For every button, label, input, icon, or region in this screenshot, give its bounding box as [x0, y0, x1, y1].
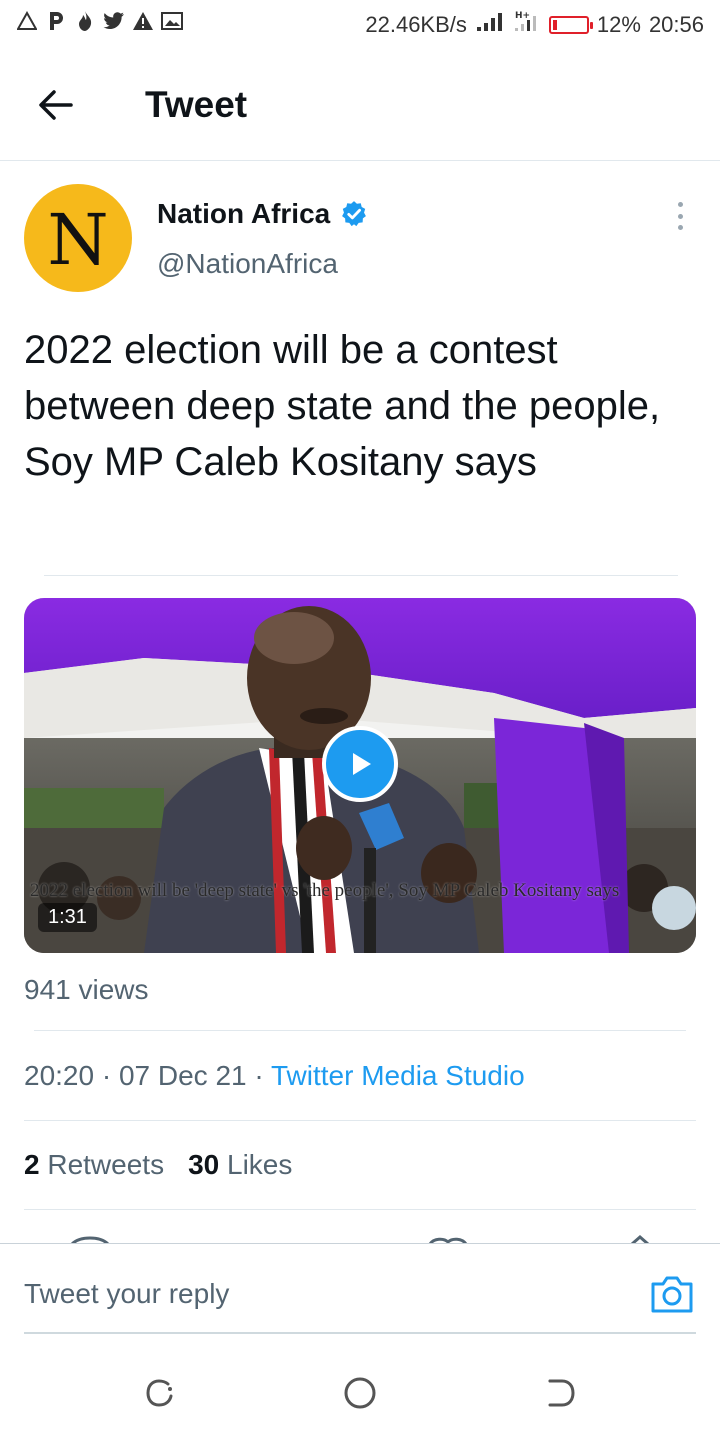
back-button[interactable] [30, 80, 80, 130]
image-icon [161, 10, 183, 32]
tweet-text: 2022 election will be a contest between … [24, 328, 661, 484]
home-button[interactable] [342, 1375, 378, 1411]
system-status: 22.46KB/s H+ 12% 20:56 [365, 10, 704, 40]
network-speed: 22.46KB/s [365, 12, 467, 37]
top-app-bar: Tweet [0, 50, 720, 161]
reply-input[interactable]: Tweet your reply [24, 1278, 229, 1310]
page-title: Tweet [145, 84, 248, 125]
author-handle[interactable]: @NationAfrica [157, 248, 338, 280]
status-bar: 22.46KB/s H+ 12% 20:56 [0, 0, 720, 50]
video-caption: 2022 election will be 'deep state' vs 't… [30, 880, 620, 901]
parking-icon [45, 10, 67, 32]
divider [24, 1209, 696, 1210]
battery-level [552, 20, 557, 30]
recent-apps-button[interactable] [142, 1375, 178, 1411]
clock: 20:56 [648, 12, 704, 37]
warning-icon [132, 10, 154, 32]
battery-icon [548, 16, 593, 34]
view-count: 941 views [24, 974, 149, 1005]
retweets-stat[interactable]: 2 Retweets [24, 1149, 164, 1181]
engagement-stats: 2 Retweets 30 Likes [24, 1149, 292, 1181]
battery-percent: 12% [596, 12, 641, 37]
system-nav-bar [0, 1345, 720, 1440]
camera-icon [651, 1276, 693, 1313]
likes-label: Likes [227, 1149, 293, 1180]
video-player[interactable]: 2022 election will be 'deep state' vs 't… [24, 598, 696, 953]
tweet-time: 20:20 [24, 1060, 95, 1091]
warning-outline-icon [16, 10, 38, 32]
author-name[interactable]: Nation Africa [157, 198, 368, 230]
more-dot-icon [677, 202, 683, 207]
tweet-meta: 20:20 · 07 Dec 21 · Twitter Media Studio [24, 1060, 525, 1092]
flame-icon [74, 10, 96, 32]
author-name-text: Nation Africa [157, 198, 331, 229]
signal-icon [475, 11, 505, 39]
likes-count: 30 [188, 1149, 220, 1180]
back-nav-icon [548, 1379, 575, 1407]
arrow-left-icon [39, 90, 73, 120]
reply-underline [24, 1332, 696, 1334]
divider [34, 1030, 686, 1031]
svg-text:H+: H+ [515, 11, 530, 21]
recent-apps-icon [146, 1379, 173, 1407]
divider [44, 575, 678, 576]
tweet-source-link[interactable]: Twitter Media Studio [271, 1060, 525, 1091]
retweets-label: Retweets [47, 1149, 165, 1180]
more-dot-icon [677, 213, 683, 219]
play-icon [353, 753, 371, 775]
avatar-letter: N [47, 199, 109, 281]
meta-separator: · [101, 1060, 119, 1091]
twitter-bird-icon [103, 10, 125, 32]
reply-bar: Tweet your reply [0, 1243, 720, 1336]
signal-hplus-icon: H+ [513, 10, 541, 40]
notification-icons [16, 10, 183, 32]
likes-stat[interactable]: 30 Likes [188, 1149, 292, 1181]
tweet-date: 07 Dec 21 [118, 1060, 247, 1091]
avatar[interactable]: N [24, 184, 132, 292]
camera-button[interactable] [650, 1274, 694, 1314]
meta-separator: · [254, 1060, 271, 1091]
play-button[interactable] [322, 726, 398, 802]
more-dot-icon [677, 225, 683, 230]
more-options-button[interactable] [666, 198, 694, 234]
retweets-count: 2 [24, 1149, 40, 1180]
back-nav-button[interactable] [542, 1375, 578, 1411]
home-icon [344, 1377, 376, 1409]
verified-badge-icon [342, 201, 367, 227]
video-duration: 1:31 [38, 903, 97, 932]
divider [24, 1120, 696, 1121]
